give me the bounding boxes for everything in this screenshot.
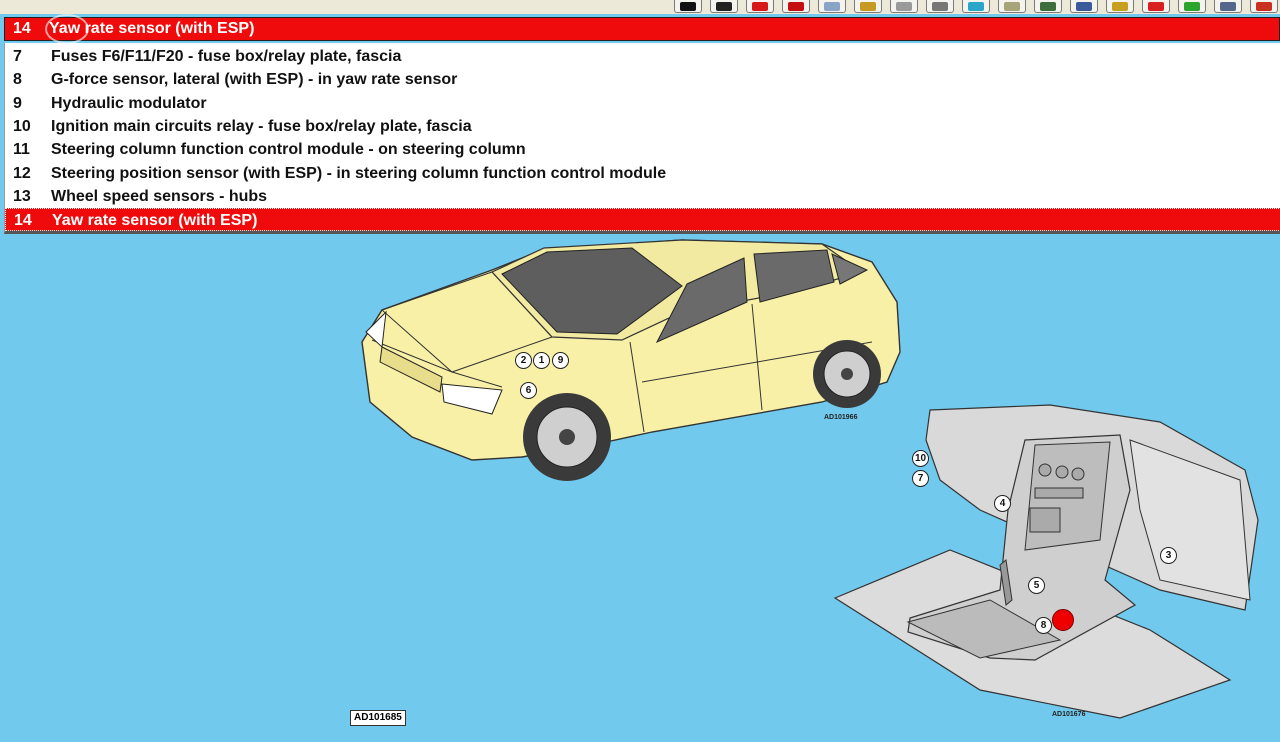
search-icon: [968, 1, 984, 11]
list-item-number: 9: [13, 94, 22, 112]
settings-icon: [860, 1, 876, 11]
list-item-label: Yaw rate sensor (with ESP): [52, 212, 258, 230]
list-item[interactable]: 8 G-force sensor, lateral (with ESP) - in…: [5, 68, 1280, 91]
circle-icon: [932, 1, 948, 11]
toolbar: [0, 0, 1280, 14]
warning-icon: [752, 1, 768, 11]
figure-code: AD101685: [350, 710, 406, 726]
bold-n-button[interactable]: [674, 0, 702, 13]
bold-n-icon: [680, 1, 696, 11]
check-icon: [1112, 1, 1128, 11]
flag-button[interactable]: [782, 0, 810, 13]
alert-button[interactable]: [1142, 0, 1170, 13]
back-arrow-icon: [716, 1, 732, 11]
check-button[interactable]: [1106, 0, 1134, 13]
list-item-label: Hydraulic modulator: [51, 94, 207, 112]
tools-icon: [1220, 1, 1236, 11]
warning-button[interactable]: [746, 0, 774, 13]
list-item-number: 10: [13, 117, 31, 135]
callout-5: 5: [1028, 577, 1045, 594]
network-icon: [1076, 1, 1092, 11]
settings-button[interactable]: [854, 0, 882, 13]
list-item-label: G-force sensor, lateral (with ESP) - in …: [51, 71, 458, 89]
document-icon: [1004, 1, 1020, 11]
list-item[interactable]: 10 Ignition main circuits relay - fuse bo…: [5, 115, 1280, 138]
list-item-number: 13: [13, 187, 31, 205]
monitor-icon: [1184, 1, 1200, 11]
key-button[interactable]: [1250, 0, 1278, 13]
list-item[interactable]: 14 Yaw rate sensor (with ESP): [5, 208, 1280, 232]
wrench-button[interactable]: [890, 0, 918, 13]
save-icon: [1040, 1, 1056, 11]
wrench-icon: [896, 1, 912, 11]
watermark-logo: [45, 14, 89, 44]
list-item[interactable]: 12 Steering position sensor (with ESP) - …: [5, 162, 1280, 185]
callout-9: 9: [552, 352, 569, 369]
component-dropdown-list[interactable]: 7 Fuses F6/F11/F20 - fuse box/relay plate…: [4, 43, 1280, 234]
back-arrow-button[interactable]: [710, 0, 738, 13]
network-button[interactable]: [1070, 0, 1098, 13]
list-item[interactable]: 9 Hydraulic modulator: [5, 92, 1280, 115]
mail-button[interactable]: [818, 0, 846, 13]
tools-button[interactable]: [1214, 0, 1242, 13]
key-icon: [1256, 1, 1272, 11]
callout-7: 7: [912, 470, 929, 487]
document-button[interactable]: [998, 0, 1026, 13]
list-item-number: 7: [13, 48, 22, 65]
list-item-number: 14: [14, 212, 32, 230]
dash-figure-code: AD101676: [1052, 711, 1086, 718]
callout-1: 1: [533, 352, 550, 369]
list-item-number: 8: [13, 71, 22, 89]
dashboard-illustration: [833, 404, 1259, 719]
list-item[interactable]: 11 Steering column function control modul…: [5, 138, 1280, 161]
save-button[interactable]: [1034, 0, 1062, 13]
yaw-rate-sensor-marker: [1052, 609, 1074, 631]
list-item[interactable]: 13 Wheel speed sensors - hubs: [5, 185, 1280, 208]
component-select[interactable]: 14 Yaw rate sensor (with ESP): [4, 14, 1280, 44]
callout-2: 2: [515, 352, 532, 369]
circle-button[interactable]: [926, 0, 954, 13]
list-item-label: Fuses F6/F11/F20 - fuse box/relay plate,…: [51, 48, 402, 65]
mail-icon: [824, 1, 840, 11]
list-item-number: 12: [13, 164, 31, 182]
list-item-label: Wheel speed sensors - hubs: [51, 187, 268, 205]
list-item-number: 11: [13, 141, 30, 159]
alert-icon: [1148, 1, 1164, 11]
callout-4: 4: [994, 495, 1011, 512]
list-item-label: Steering column function control module …: [51, 141, 526, 159]
callout-10: 10: [912, 450, 929, 467]
search-button[interactable]: [962, 0, 990, 13]
selected-number: 14: [13, 20, 31, 37]
callout-6: 6: [520, 382, 537, 399]
monitor-button[interactable]: [1178, 0, 1206, 13]
car-illustration: [361, 239, 901, 481]
list-item[interactable]: 7 Fuses F6/F11/F20 - fuse box/relay plate…: [5, 45, 1280, 68]
list-item-label: Steering position sensor (with ESP) - in…: [51, 164, 667, 182]
callout-3: 3: [1160, 547, 1177, 564]
list-item-label: Ignition main circuits relay - fuse box/…: [51, 117, 472, 135]
callout-8: 8: [1035, 617, 1052, 634]
flag-icon: [788, 1, 804, 11]
